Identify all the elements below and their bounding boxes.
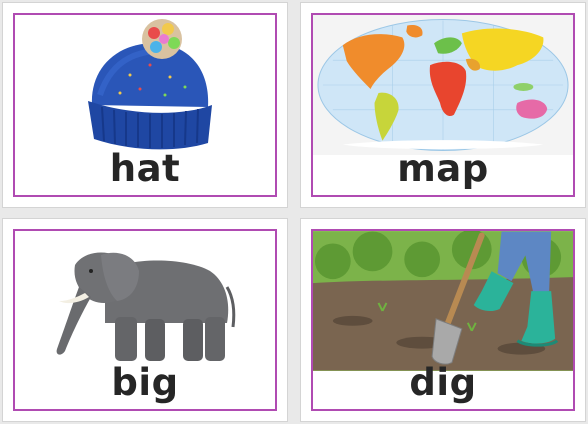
card-map[interactable]: map — [300, 2, 586, 208]
card-word: map — [397, 147, 489, 190]
card-hat[interactable]: hat — [2, 2, 288, 208]
card-big[interactable]: big — [2, 218, 288, 422]
card-map-frame: map — [311, 13, 575, 197]
card-hat-frame: hat — [13, 13, 277, 197]
blue-knit-hat-icon — [15, 15, 275, 155]
card-word: dig — [409, 361, 477, 404]
card-dig[interactable]: dig — [300, 218, 586, 422]
world-map-icon — [313, 15, 573, 155]
card-dig-frame: dig — [311, 229, 575, 411]
card-word: hat — [109, 147, 181, 190]
card-word: big — [111, 361, 179, 404]
card-big-frame: big — [13, 229, 277, 411]
elephant-icon — [15, 231, 275, 371]
digging-shovel-icon — [313, 231, 573, 371]
